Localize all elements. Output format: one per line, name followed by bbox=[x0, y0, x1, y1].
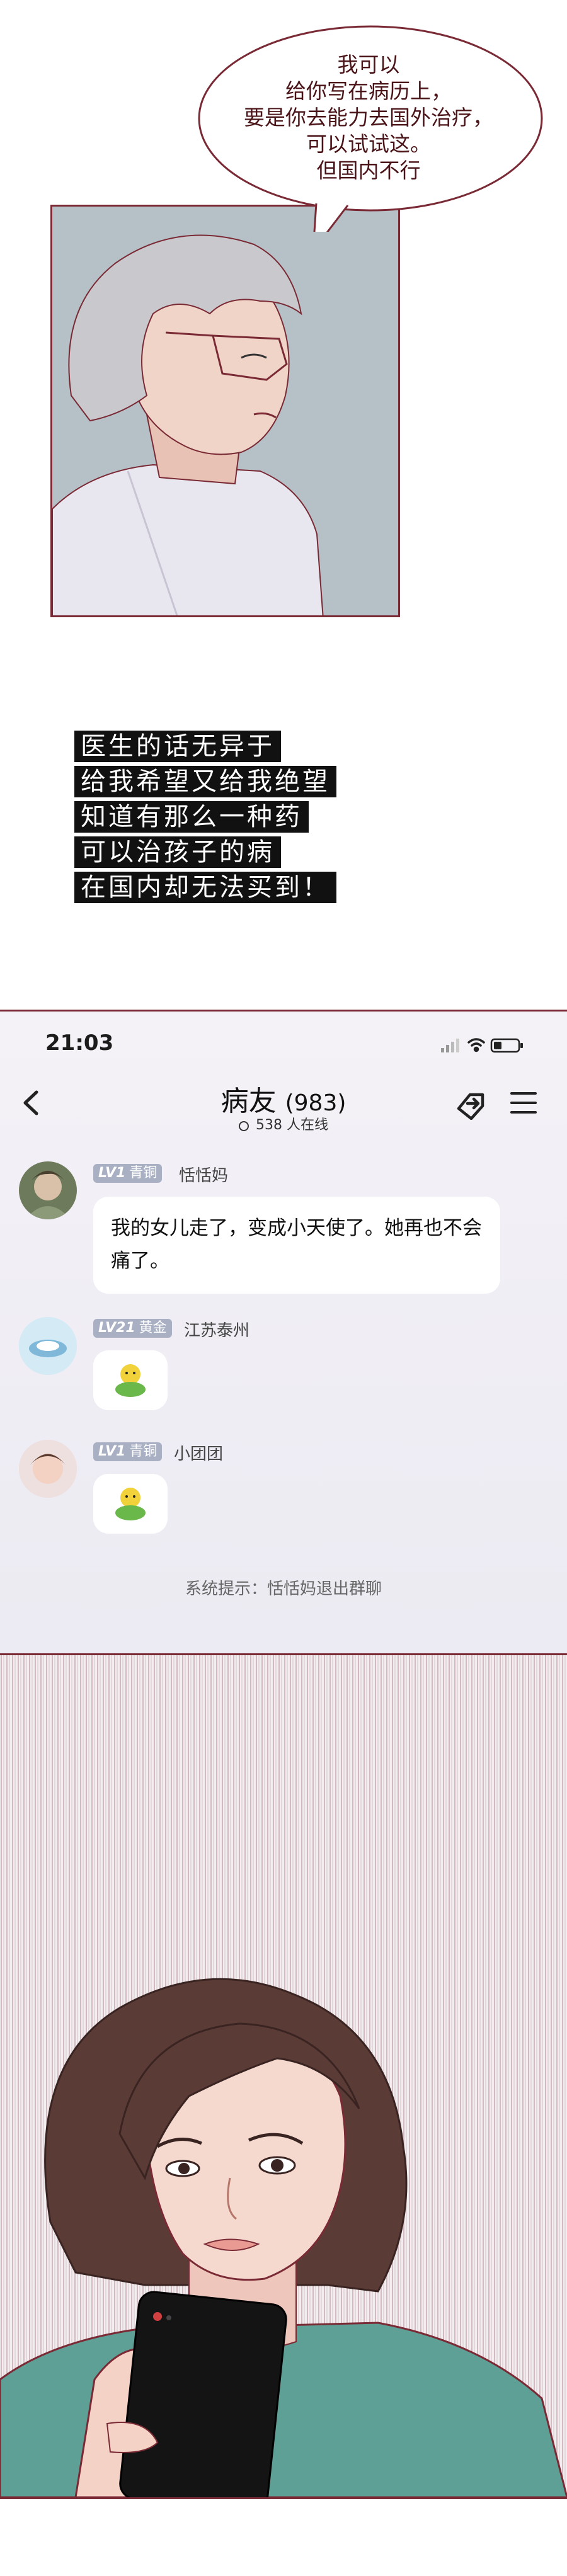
level-badge: LV1 青铜 bbox=[93, 1164, 163, 1183]
speech-line: 我可以 bbox=[337, 52, 400, 77]
avatar[interactable] bbox=[19, 1317, 77, 1375]
menu-button[interactable] bbox=[510, 1092, 537, 1117]
level-text: LV1 bbox=[98, 1165, 126, 1181]
status-icons bbox=[435, 1035, 529, 1053]
username[interactable]: 小团团 bbox=[174, 1441, 223, 1464]
level-text: LV1 bbox=[98, 1444, 126, 1459]
speech-line: 但国内不行 bbox=[316, 158, 421, 183]
battery-icon bbox=[490, 1038, 523, 1053]
sticker-message[interactable] bbox=[93, 1350, 168, 1410]
share-button[interactable] bbox=[455, 1088, 490, 1120]
level-badge: LV1 青铜 bbox=[93, 1442, 163, 1461]
message-bubble[interactable]: 我的女儿走了，变成小天使了。她再也不会痛了。 bbox=[93, 1197, 500, 1294]
username[interactable]: 江苏泰州 bbox=[184, 1318, 249, 1341]
status-time: 21:03 bbox=[45, 1030, 114, 1056]
sticker-message[interactable] bbox=[93, 1474, 168, 1534]
member-count: (983) bbox=[285, 1090, 346, 1116]
caption-line: 知道有那么一种药 bbox=[74, 801, 309, 833]
speech-line: 给你写在病历上， bbox=[285, 79, 452, 103]
username[interactable]: 恬恬妈 bbox=[179, 1163, 228, 1186]
level-badge: LV21 黄金 bbox=[93, 1319, 172, 1338]
share-icon bbox=[457, 1093, 484, 1120]
online-count: 538 人在线 bbox=[256, 1117, 328, 1133]
doctor-illustration bbox=[52, 207, 398, 615]
doctor-panel bbox=[50, 205, 400, 617]
signal-icon bbox=[441, 1039, 459, 1052]
chat-screen-panel: 21:03 病友 (983) 538 人在线 LV1 青铜 恬恬妈 LV21 黄… bbox=[0, 1010, 567, 1655]
wifi-icon bbox=[467, 1038, 485, 1052]
caption-line: 可以治孩子的病 bbox=[74, 836, 281, 868]
speech-bubble-text: 我可以 给你写在病历上， 要是你去能力去国外治疗， 可以试试这。 但国内不行 bbox=[243, 52, 495, 184]
chat-title-text: 病友 bbox=[220, 1085, 277, 1117]
caption-line: 给我希望又给我绝望 bbox=[74, 766, 336, 797]
mother-illustration bbox=[0, 1655, 567, 2497]
tier-text: 黄金 bbox=[139, 1320, 167, 1336]
system-notice: 系统提示：恬恬妈退出群聊 bbox=[185, 1580, 382, 1599]
hand-sticker-icon bbox=[115, 1364, 146, 1397]
level-text: LV21 bbox=[98, 1320, 135, 1336]
speech-line: 要是你去能力去国外治疗， bbox=[244, 105, 493, 130]
mother-panel bbox=[0, 1655, 567, 2499]
hamburger-menu-icon bbox=[510, 1092, 537, 1114]
online-dot-icon bbox=[239, 1121, 249, 1131]
tier-text: 青铜 bbox=[129, 1444, 158, 1459]
hand-sticker-icon bbox=[115, 1488, 146, 1520]
tier-text: 青铜 bbox=[129, 1165, 158, 1181]
caption-line: 医生的话无异于 bbox=[74, 731, 281, 762]
avatar[interactable] bbox=[19, 1161, 77, 1219]
avatar[interactable] bbox=[19, 1440, 77, 1498]
caption-line: 在国内却无法买到！ bbox=[74, 872, 336, 903]
speech-line: 可以试试这。 bbox=[306, 132, 431, 156]
phone-in-hand-icon bbox=[119, 2291, 287, 2497]
